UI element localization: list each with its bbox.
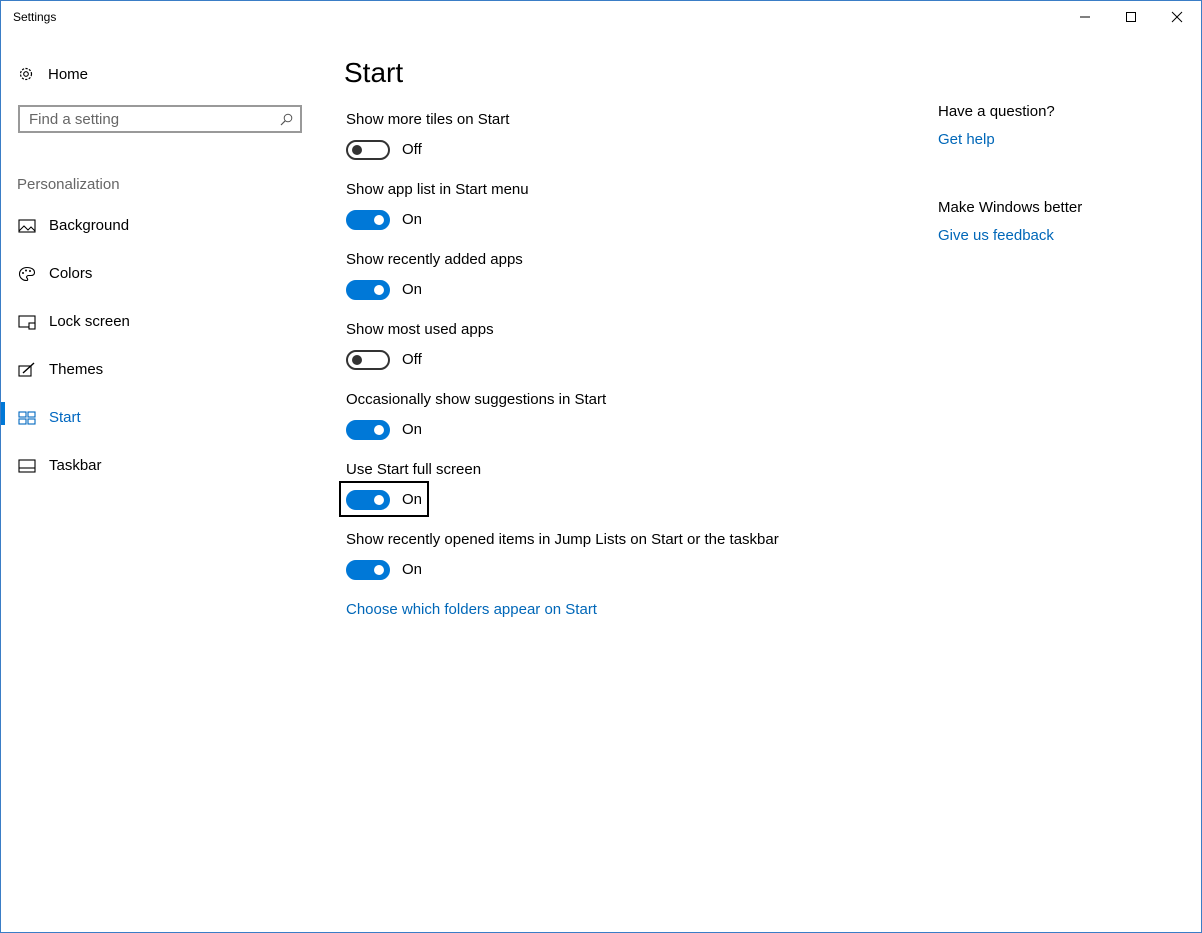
toggle-knob: [374, 285, 384, 295]
toggle-knob: [374, 425, 384, 435]
toggle-knob: [352, 145, 362, 155]
window-title: Settings: [13, 10, 57, 24]
sidebar-item-lock-screen[interactable]: Lock screen: [1, 302, 321, 342]
toggle-knob: [374, 565, 384, 575]
toggle-switch[interactable]: [346, 210, 390, 230]
setting-most-used: Show most used apps Off: [346, 321, 906, 381]
taskbar-icon: [18, 459, 36, 473]
sidebar-item-colors[interactable]: Colors: [1, 254, 321, 294]
sidebar-item-label: Taskbar: [49, 457, 102, 474]
title-bar: Settings: [1, 1, 1201, 33]
toggle-switch[interactable]: [346, 350, 390, 370]
toggle-knob: [352, 355, 362, 365]
toggle-state-label: Off: [402, 351, 422, 368]
start-icon: [18, 411, 36, 425]
give-feedback-link[interactable]: Give us feedback: [938, 227, 1054, 244]
home-label: Home: [48, 65, 89, 83]
toggle-state-label: Off: [402, 141, 422, 158]
setting-label: Show recently added apps: [346, 251, 523, 268]
sidebar-item-background[interactable]: Background: [1, 206, 321, 246]
toggle-state-label: On: [402, 561, 423, 578]
setting-label: Show recently opened items in Jump Lists…: [346, 531, 779, 548]
setting-show-more-tiles: Show more tiles on Start Off: [346, 111, 906, 171]
toggle-switch[interactable]: [346, 490, 390, 510]
setting-label: Occasionally show suggestions in Start: [346, 391, 607, 408]
active-indicator: [1, 402, 5, 425]
setting-suggestions: Occasionally show suggestions in Start O…: [346, 391, 906, 451]
toggle-knob: [374, 215, 384, 225]
section-label-personalization: Personalization: [17, 176, 120, 193]
close-button[interactable]: [1154, 1, 1200, 33]
toggle-switch[interactable]: [346, 140, 390, 160]
toggle-knob: [374, 495, 384, 505]
setting-recently-added: Show recently added apps On: [346, 251, 906, 311]
toggle-state-label: On: [402, 211, 423, 228]
sidebar-item-taskbar[interactable]: Taskbar: [1, 446, 321, 486]
gear-icon: [19, 67, 33, 81]
themes-icon: [18, 362, 35, 377]
toggle-switch[interactable]: [346, 280, 390, 300]
feedback-heading: Make Windows better: [938, 199, 1083, 216]
sidebar-item-themes[interactable]: Themes: [1, 350, 321, 390]
toggle-switch[interactable]: [346, 560, 390, 580]
search-box[interactable]: [18, 105, 302, 133]
search-icon[interactable]: [280, 113, 293, 126]
setting-label: Show most used apps: [346, 321, 494, 338]
setting-jump-lists: Show recently opened items in Jump Lists…: [346, 531, 906, 591]
setting-full-screen: Use Start full screen On: [339, 461, 906, 521]
minimize-icon: [1080, 16, 1090, 18]
toggle-state-label: On: [402, 281, 423, 298]
page-title: Start: [344, 57, 404, 88]
setting-label: Show app list in Start menu: [346, 181, 529, 198]
palette-icon: [18, 266, 36, 282]
minimize-button[interactable]: [1062, 1, 1108, 33]
home-nav-item[interactable]: Home: [17, 61, 88, 87]
setting-label: Use Start full screen: [346, 461, 482, 478]
maximize-icon: [1126, 12, 1136, 22]
question-heading: Have a question?: [938, 103, 1055, 120]
close-icon: [1171, 11, 1183, 23]
lock-screen-icon: [18, 315, 36, 330]
sidebar-item-label: Start: [49, 409, 81, 426]
sidebar-item-label: Themes: [49, 361, 104, 378]
sidebar-item-label: Background: [49, 217, 130, 234]
toggle-switch[interactable]: [346, 420, 390, 440]
picture-icon: [18, 219, 36, 233]
settings-window: Settings Home Personalization Backgro: [0, 0, 1202, 933]
sidebar-item-label: Lock screen: [49, 313, 130, 330]
setting-show-app-list: Show app list in Start menu On: [346, 181, 906, 241]
maximize-button[interactable]: [1108, 1, 1154, 33]
sidebar-item-label: Colors: [49, 265, 93, 282]
setting-label: Show more tiles on Start: [346, 111, 510, 128]
choose-folders-link[interactable]: Choose which folders appear on Start: [346, 601, 597, 618]
search-input[interactable]: [29, 110, 269, 128]
sidebar-item-start[interactable]: Start: [1, 398, 321, 438]
get-help-link[interactable]: Get help: [938, 131, 995, 148]
toggle-state-label: On: [402, 421, 423, 438]
toggle-state-label: On: [402, 491, 423, 508]
